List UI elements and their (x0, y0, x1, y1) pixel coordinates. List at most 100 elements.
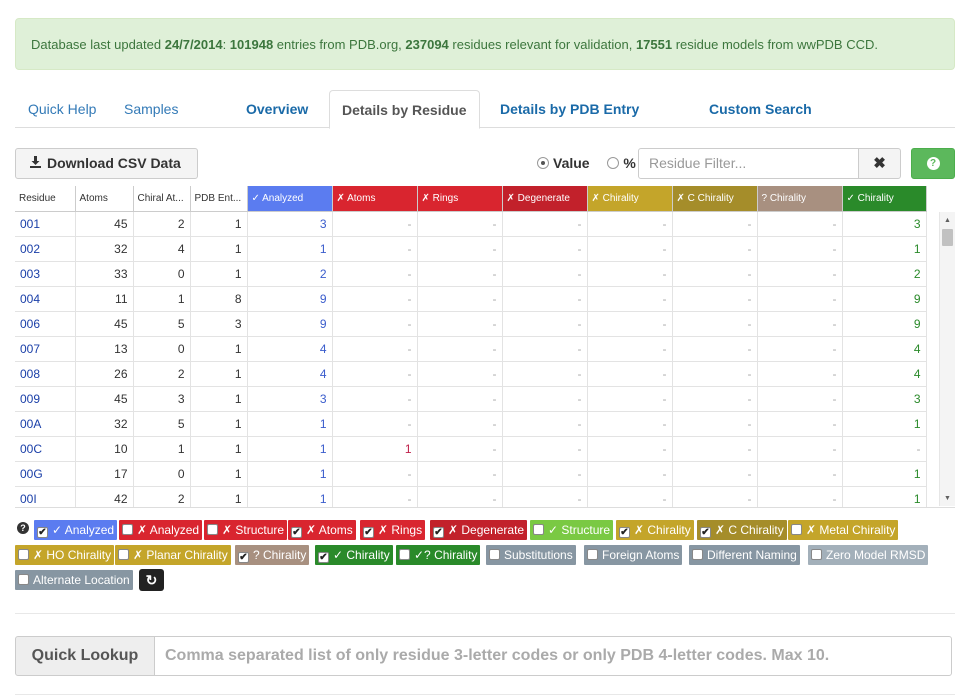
table-cell[interactable]: 2 (247, 261, 333, 287)
residue-link[interactable]: 00G (15, 461, 76, 487)
column-header[interactable]: Residue (15, 186, 76, 212)
tab-samples[interactable]: Samples (124, 90, 178, 128)
table-cell[interactable]: 3 (247, 211, 333, 237)
table-cell[interactable]: 3 (842, 211, 927, 237)
table-cell[interactable]: 1 (247, 436, 333, 462)
table-cell[interactable]: 3 (247, 386, 333, 412)
residue-link[interactable]: 001 (15, 211, 76, 237)
legend-checkbox[interactable] (399, 549, 410, 560)
column-header[interactable]: ✓ Analyzed (247, 186, 333, 212)
legend-checkbox[interactable] (533, 524, 544, 535)
table-cell[interactable]: 9 (247, 311, 333, 337)
table-cell[interactable]: 1 (842, 236, 927, 262)
clear-filter-button[interactable]: ✖ (858, 148, 901, 179)
scroll-up-arrow-icon[interactable]: ▲ (944, 217, 951, 224)
column-header[interactable]: ✗ C Chirality (672, 186, 758, 212)
tab-quick-help[interactable]: Quick Help (28, 90, 96, 128)
table-cell[interactable]: 1 (247, 461, 333, 487)
legend-toggle[interactable]: Different Naming (689, 545, 800, 565)
percent-radio[interactable] (607, 157, 620, 169)
column-header[interactable]: ✗ Rings (417, 186, 503, 212)
legend-toggle[interactable]: ✔ ✓ Chirality (315, 545, 393, 565)
legend-toggle[interactable]: ✔ ✓ Analyzed (34, 520, 118, 540)
table-cell[interactable]: 1 (842, 486, 927, 507)
column-header[interactable]: PDB Ent... (190, 186, 248, 212)
tab-details-by-residue[interactable]: Details by Residue (329, 90, 480, 129)
legend-toggle[interactable]: ✔ ✗ Chirality (616, 520, 694, 540)
quick-lookup-input[interactable]: Comma separated list of only residue 3-l… (154, 636, 952, 676)
value-radio[interactable] (537, 157, 549, 169)
column-header[interactable]: ✗ Degenerate (502, 186, 588, 212)
legend-checkbox[interactable]: ✔ (433, 527, 444, 538)
legend-toggle[interactable]: ✗ Structure (204, 520, 288, 540)
residue-filter-input[interactable]: Residue Filter... (638, 148, 859, 179)
legend-toggle[interactable]: ✓ Structure (530, 520, 614, 540)
legend-checkbox[interactable] (207, 524, 218, 535)
residue-link[interactable]: 00I (15, 486, 76, 507)
legend-checkbox[interactable] (811, 549, 822, 560)
residue-link[interactable]: 003 (15, 261, 76, 287)
legend-toggle[interactable]: ✔ ✗ Atoms (288, 520, 356, 540)
refresh-button[interactable]: ↻ (139, 569, 164, 591)
legend-toggle[interactable]: Zero Model RMSD (808, 545, 929, 565)
legend-toggle[interactable]: ✗ HO Chirality (15, 545, 115, 565)
legend-checkbox[interactable] (122, 524, 133, 535)
legend-toggle[interactable]: ✓? Chirality (396, 545, 481, 565)
column-header[interactable]: Atoms (75, 186, 134, 212)
residue-link[interactable]: 00A (15, 411, 76, 437)
residue-link[interactable]: 008 (15, 361, 76, 387)
legend-toggle[interactable]: Substitutions (486, 545, 576, 565)
legend-toggle[interactable]: ✔ ✗ Degenerate (430, 520, 528, 540)
legend-checkbox[interactable] (489, 549, 500, 560)
legend-checkbox[interactable] (791, 524, 802, 535)
column-header[interactable]: ✓ Chirality (842, 186, 927, 212)
legend-checkbox[interactable]: ✔ (291, 527, 302, 538)
legend-toggle[interactable]: ✗ Analyzed (119, 520, 203, 540)
column-header[interactable]: ✗ Atoms (332, 186, 418, 212)
residue-link[interactable]: 007 (15, 336, 76, 362)
legend-checkbox[interactable] (18, 549, 29, 560)
table-cell[interactable]: 1 (247, 486, 333, 507)
table-scrollbar[interactable]: ▲ ▼ (939, 212, 955, 506)
table-cell[interactable]: 4 (842, 336, 927, 362)
tab-custom-search[interactable]: Custom Search (709, 90, 812, 128)
residue-link[interactable]: 00C (15, 436, 76, 462)
legend-checkbox[interactable]: ✔ (619, 527, 630, 538)
residue-link[interactable]: 006 (15, 311, 76, 337)
tab-overview[interactable]: Overview (246, 90, 308, 128)
residue-link[interactable]: 002 (15, 236, 76, 262)
table-cell[interactable]: 1 (332, 436, 418, 462)
legend-toggle[interactable]: ✗ Planar Chirality (115, 545, 231, 565)
table-cell[interactable]: 4 (842, 361, 927, 387)
table-cell[interactable]: 9 (842, 286, 927, 312)
legend-toggle[interactable]: ✔ ✗ Rings (360, 520, 426, 540)
legend-toggle[interactable]: Foreign Atoms (584, 545, 683, 565)
table-cell[interactable]: 1 (842, 411, 927, 437)
legend-toggle[interactable]: Alternate Location (15, 570, 133, 590)
legend-checkbox[interactable]: ✔ (363, 527, 374, 538)
table-cell[interactable]: 3 (842, 386, 927, 412)
residue-link[interactable]: 004 (15, 286, 76, 312)
legend-toggle[interactable]: ✗ Metal Chirality (788, 520, 899, 540)
column-header[interactable]: ✗ Chirality (587, 186, 673, 212)
legend-toggle[interactable]: ✔ ✗ C Chirality (697, 520, 787, 540)
legend-checkbox[interactable]: ✔ (318, 552, 329, 563)
scrollbar-thumb[interactable] (942, 229, 953, 246)
table-cell[interactable]: 1 (247, 411, 333, 437)
legend-checkbox[interactable]: ✔ (238, 552, 249, 563)
table-cell[interactable]: 1 (842, 461, 927, 487)
table-cell[interactable]: 9 (842, 311, 927, 337)
legend-checkbox[interactable]: ✔ (37, 527, 48, 538)
column-header[interactable]: Chiral At... (133, 186, 191, 212)
tab-details-by-pdb-entry[interactable]: Details by PDB Entry (500, 90, 639, 128)
legend-checkbox[interactable]: ✔ (700, 527, 711, 538)
download-csv-button[interactable]: Download CSV Data (15, 148, 198, 179)
legend-help-icon[interactable]: ? (17, 522, 29, 534)
table-cell[interactable]: 4 (247, 336, 333, 362)
table-cell[interactable]: 2 (842, 261, 927, 287)
legend-checkbox[interactable] (692, 549, 703, 560)
legend-checkbox[interactable] (587, 549, 598, 560)
help-button[interactable]: ? (911, 148, 955, 179)
table-cell[interactable]: 9 (247, 286, 333, 312)
legend-checkbox[interactable] (118, 549, 129, 560)
